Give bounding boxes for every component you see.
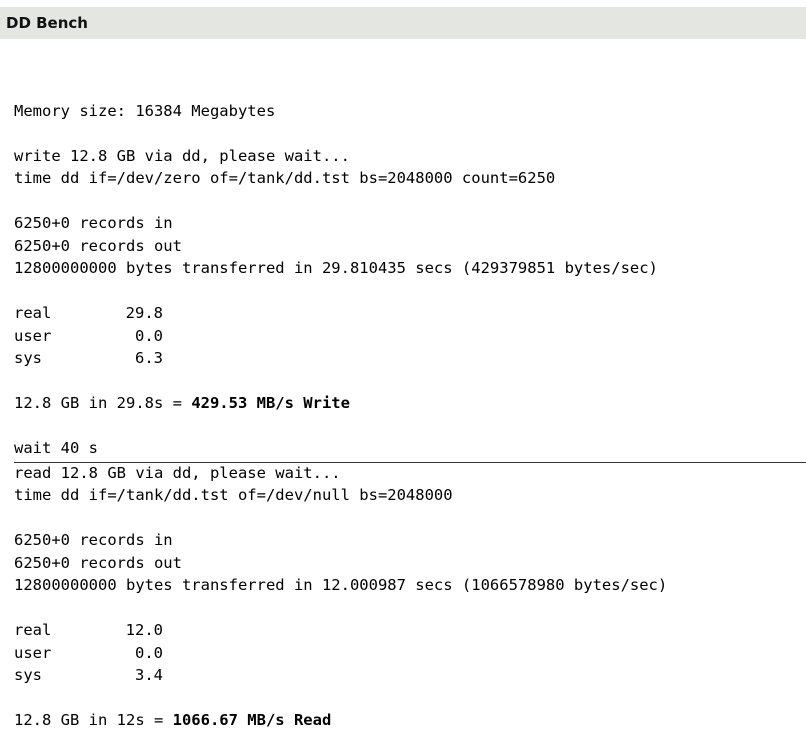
- write-user-value: 0.0: [135, 327, 163, 345]
- read-summary-line: 12.8 GB in 12s = 1066.67 MB/s Read: [14, 709, 331, 731]
- write-sys-value: 6.3: [135, 349, 163, 367]
- read-user-label: user: [14, 644, 52, 662]
- read-records-in: 6250+0 records in: [14, 531, 173, 549]
- read-sys-label: sys: [14, 666, 42, 684]
- write-records-out: 6250+0 records out: [14, 237, 182, 255]
- write-sys-label: sys: [14, 349, 42, 367]
- write-user-label: user: [14, 327, 52, 345]
- read-transfer-line: 12800000000 bytes transferred in 12.0009…: [14, 576, 668, 594]
- read-sys-value: 3.4: [135, 666, 163, 684]
- read-summary-result: 1066.67 MB/s Read: [172, 711, 332, 729]
- read-status-line: read 12.8 GB via dd, please wait...: [14, 464, 341, 482]
- write-command-line: time dd if=/dev/zero of=/tank/dd.tst bs=…: [14, 169, 556, 187]
- memory-size-line: Memory size: 16384 Megabytes: [14, 102, 276, 120]
- write-records-in: 6250+0 records in: [14, 214, 173, 232]
- section-divider: [14, 462, 806, 463]
- benchmark-output: Memory size: 16384 Megabytes write 12.8 …: [14, 0, 806, 729]
- write-status-line: write 12.8 GB via dd, please wait...: [14, 147, 350, 165]
- write-real-label: real: [14, 304, 52, 322]
- read-user-value: 0.0: [135, 644, 163, 662]
- read-summary-prefix: 12.8 GB in 12s =: [14, 711, 173, 729]
- write-transfer-line: 12800000000 bytes transferred in 29.8104…: [14, 259, 658, 277]
- read-command-line: time dd if=/tank/dd.tst of=/dev/null bs=…: [14, 486, 453, 504]
- wait-line: wait 40 s: [14, 439, 98, 457]
- write-real-value: 29.8: [125, 304, 163, 322]
- write-summary-prefix: 12.8 GB in 29.8s =: [14, 394, 192, 412]
- write-summary-line: 12.8 GB in 29.8s = 429.53 MB/s Write: [14, 392, 350, 414]
- read-real-label: real: [14, 621, 52, 639]
- read-records-out: 6250+0 records out: [14, 554, 182, 572]
- read-real-value: 12.0: [125, 621, 163, 639]
- write-summary-result: 429.53 MB/s Write: [191, 394, 350, 412]
